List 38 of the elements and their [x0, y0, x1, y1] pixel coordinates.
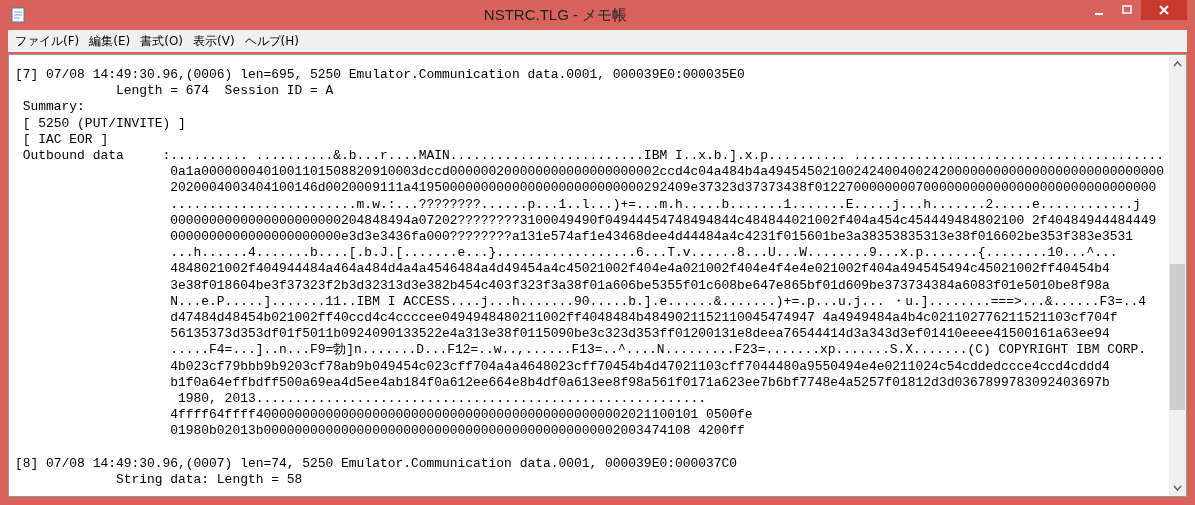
log-line: 1980, 2013.......................................................... — [177, 391, 707, 408]
log-line: 0a1a0000000401001101508820910003dccd000000200000000000000000002ccd4c04a484b4a494545021002424004002420000000000000000000000000000 — [169, 164, 1166, 181]
log-line: 4ffff64ffff400000000000000000000000000000000000000000000002021100101 0500fe — [169, 407, 754, 424]
log-line: [ IAC EOR ] — [21, 131, 110, 148]
log-line: 0000000000000000000000204848494a07202????????3100049490f04944454748494844c484844021002f404a454c454449484802100 2f40484944484449 — [169, 212, 1158, 230]
maximize-icon — [1122, 5, 1132, 15]
log-line: 0000000000000000000000e3d3e3436fa000????????a131e574af1e43468dee4d44484a4c4231f015601be3a38353835313e38f016602be353f383e3531 — [169, 229, 1134, 246]
log-line: 56135373d353df01f5011b0924090133522e4a313e38f0115090be3c323d353ff01200131e8deea76544414d3a343d3ef01410eeee41500161a63ee94 — [169, 326, 1111, 342]
log-line: 01980b02013b0000000000000000000000000000000000000000000002003474108 4200ff — [169, 423, 746, 440]
menu-item[interactable]: ファイル(F) — [10, 30, 85, 52]
log-line: .....F4=...]..n...F9=勃]n.......D...F12=..w..,......F13=..^....N.........F23=.......xp.......S.X.......(C) COPYRIGHT IBM CORP. — [169, 342, 1147, 359]
log-line: 3e38f018604be3f37323f2b3d32313d3e382b454c403f323f3a38f01a606be5355f01c608be647e865bf01d609be373734384a6083f01e5010be8f98a — [169, 277, 1111, 294]
log-line: String data: Length = 58 — [114, 472, 304, 489]
log-line: [8] 07/08 14:49:30.96,(0007) len=74, 5250 Emulator.Communication data.0001, 000039E0:000037C0 — [15, 455, 739, 473]
scrollbar[interactable] — [1169, 55, 1186, 496]
menu-item[interactable]: 表示(V) — [188, 30, 240, 52]
log-line: ........................m.w.:...????????......p...1..l...)+=...m.h.....b.......1.......E.....j...h.......2.....e............j — [169, 196, 1142, 213]
menu-item[interactable]: 編集(E) — [84, 30, 136, 52]
log-line: N...e.P.....].......11..IBM I ACCESS....j...h.......90.....b.].e......&.......)+=.p...u.j... ・u.]........===>...&......F3=..4 — [169, 293, 1147, 311]
close-button[interactable] — [1141, 0, 1187, 20]
log-line: b1f0a64effbdff500a69ea4d5ee4ab184f0a612ee664e8b4df0a613ee8f98a561f0171a623ee7b6bf7748e4a5257f01812d3d0367899783092403697b — [169, 374, 1111, 392]
log-line: 4b023cf79bbb9b9203cf78ab9b049454c023cff704a4a4648023cff70454b4d47021103cff7044480a9550494e4e0211024c54cddedccce4ccd4cddd4 — [169, 358, 1111, 375]
log-line: Length = 674 Session ID = A — [114, 83, 335, 100]
menu-item[interactable]: ヘルプ(H) — [239, 30, 304, 52]
scrollbar-thumb[interactable] — [1170, 264, 1185, 410]
log-line: [7] 07/08 14:49:30.96,(0006) len=695, 5250 Emulator.Communication data.0001, 000039E0:000035E0 — [15, 67, 746, 84]
minimize-icon — [1095, 13, 1103, 15]
notepad-icon — [10, 7, 26, 23]
close-icon — [1159, 5, 1169, 15]
log-line: 2020004003404100146d0020009111a419500000000000000000000000000292409e37323d37373438f01227000000007000000000000000000000000000000 — [169, 180, 1158, 197]
log-line: Outbound data :.......... ..........&.b...r....MAIN.........................IBM I..x.b.].x.p.......... ........................................ — [21, 148, 1166, 165]
log-line: [ 5250 (PUT/INVITE) ] — [21, 115, 187, 132]
log-line: d47484d48454b021002ff40ccd4c4ccccee0494948480211002ff4048484b4849021152110045474947 4a4949484a4b4c021102776211521103cf704f — [169, 310, 1119, 327]
menu-item[interactable]: 書式(O) — [135, 30, 189, 52]
window-title: NSTRC.TLG - メモ帳 — [482, 5, 629, 25]
log-line: Summary: — [21, 99, 86, 116]
log-line: 4848021002f404944484a464a484d4a4a4546484a4d49454a4c45021002f404e4a021002f404e4f4e4e021002f404a494545494c45021002ff40454b4 — [169, 261, 1111, 278]
log-line: ...h......4.......b....[.b.J.[.......e...}..................6...T.v......8...U...W........9...x.p.......{........10...^... — [169, 245, 1119, 262]
